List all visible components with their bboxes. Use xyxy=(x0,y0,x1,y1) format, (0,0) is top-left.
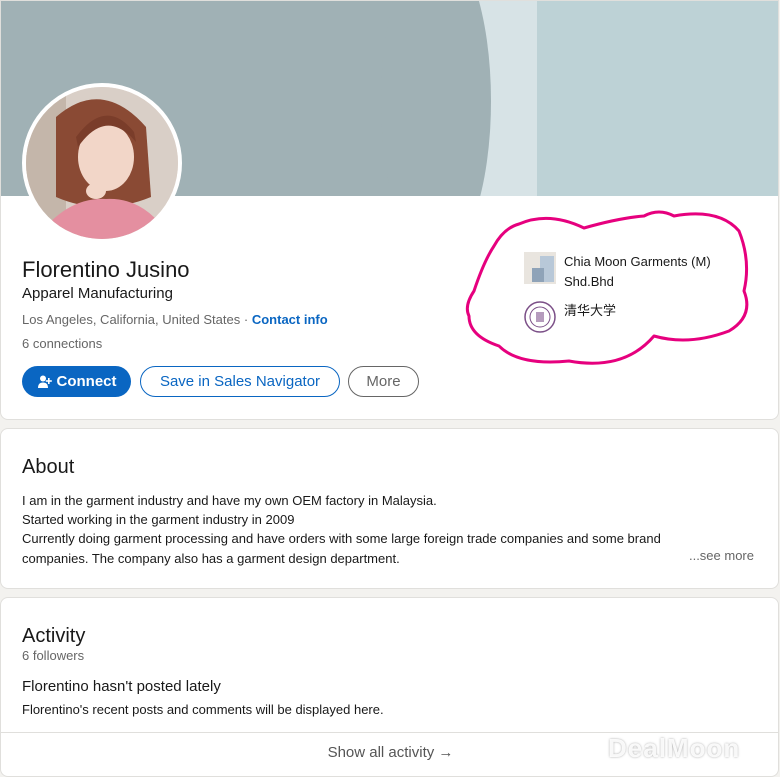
activity-title: Activity xyxy=(22,625,86,647)
profile-location: Los Angeles, California, United States xyxy=(22,312,241,327)
connect-button[interactable]: Connect xyxy=(22,366,131,397)
about-line: I am in the garment industry and have my… xyxy=(22,493,437,508)
about-title: About xyxy=(22,456,75,478)
connections-count[interactable]: 6 connections xyxy=(22,335,102,353)
about-line: companies. The company also has a garmen… xyxy=(22,550,400,566)
save-in-sales-navigator-button[interactable]: Save in Sales Navigator xyxy=(140,366,340,397)
about-line: Started working in the garment industry … xyxy=(22,512,295,528)
about-text: I am in the garment industry and have my… xyxy=(22,491,742,568)
empty-activity-title: Florentino hasn't posted lately xyxy=(22,678,221,695)
about-line: Currently doing garment processing and h… xyxy=(22,531,661,547)
followers-count: 6 followers xyxy=(22,648,85,663)
profile-headline: Apparel Manufacturing xyxy=(22,285,173,302)
contact-info-link[interactable]: Contact info xyxy=(252,312,328,327)
avatar[interactable] xyxy=(22,83,182,243)
profile-name: Florentino Jusino xyxy=(22,257,190,282)
add-person-icon xyxy=(37,374,53,390)
more-button[interactable]: More xyxy=(348,366,419,397)
about-section: About I am in the garment industry and h… xyxy=(0,428,779,589)
watermark: DealMoon xyxy=(608,733,741,763)
location-row: Los Angeles, California, United States ·… xyxy=(22,311,328,329)
profile-card: Florentino Jusino Apparel Manufacturing … xyxy=(0,0,779,420)
highlight-annotation xyxy=(465,210,749,365)
separator: · xyxy=(243,312,249,327)
empty-activity-subtitle: Florentino's recent posts and comments w… xyxy=(22,702,384,717)
connect-label: Connect xyxy=(56,373,117,390)
see-more-link[interactable]: ...see more xyxy=(689,548,754,563)
